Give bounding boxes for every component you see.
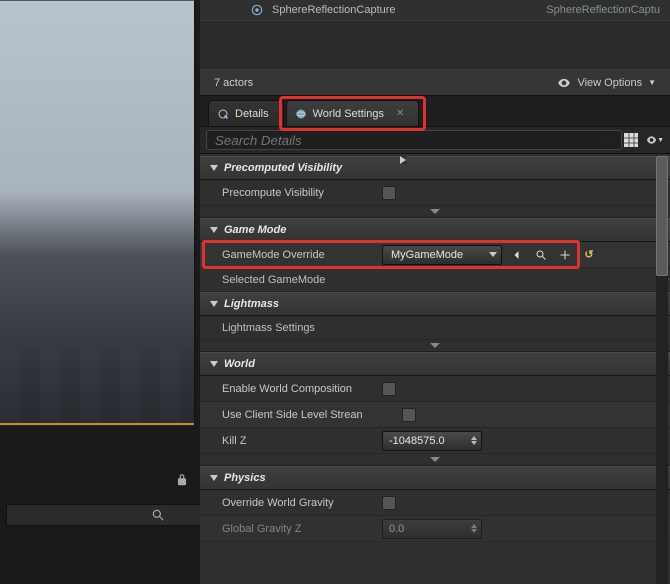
lock-icon[interactable] — [175, 473, 189, 487]
details-search-row: ▼ — [200, 126, 670, 154]
add-new-button[interactable] — [556, 246, 574, 264]
row-override-world-gravity: Override World Gravity — [200, 490, 670, 516]
spinner-icon — [471, 524, 477, 533]
world-settings-tab-icon — [295, 108, 307, 120]
tab-world-settings-label: World Settings — [313, 108, 384, 120]
global-gravity-z-value: 0.0 — [389, 523, 404, 535]
row-use-client-side-streaming: Use Client Side Level Strean — [200, 402, 670, 428]
asset-toolbar — [0, 465, 195, 495]
section-physics[interactable]: Physics — [200, 466, 670, 490]
row-kill-z: Kill Z -1048575.0 — [200, 428, 670, 454]
chevron-down-icon — [489, 252, 497, 257]
kill-z-value: -1048575.0 — [389, 435, 445, 447]
prop-label: Precompute Visibility — [222, 187, 382, 199]
gamemode-override-dropdown[interactable]: MyGameMode — [382, 245, 502, 265]
spinner-icon — [471, 436, 477, 445]
search-icon[interactable] — [151, 508, 165, 522]
outliner-empty — [200, 20, 670, 70]
section-lightmass[interactable]: Lightmass — [200, 292, 670, 316]
expand-icon — [210, 301, 218, 307]
chevron-down-icon — [430, 343, 440, 348]
section-game-mode[interactable]: Game Mode — [200, 218, 670, 242]
prop-label: Override World Gravity — [222, 497, 382, 509]
row-precompute-visibility: Precompute Visibility — [200, 180, 670, 206]
section-expander[interactable] — [200, 454, 670, 466]
prop-label: Kill Z — [222, 435, 382, 447]
details-body: Precomputed Visibility Precompute Visibi… — [200, 156, 670, 584]
override-world-gravity-checkbox[interactable] — [382, 496, 396, 510]
expand-icon — [210, 361, 218, 367]
dropdown-value: MyGameMode — [387, 249, 489, 261]
find-in-browser-button[interactable] — [532, 246, 550, 264]
tab-details[interactable]: Details — [208, 100, 284, 126]
row-gamemode-override: GameMode Override MyGameMode ↺ — [200, 242, 670, 268]
content-search-row — [0, 502, 195, 528]
tab-details-label: Details — [235, 108, 269, 120]
section-title: Physics — [224, 472, 266, 484]
prop-label: Enable World Composition — [222, 383, 382, 395]
section-world[interactable]: World — [200, 352, 670, 376]
scrollbar-thumb[interactable] — [656, 156, 668, 276]
details-tabs: Details World Settings ✕ — [200, 96, 670, 126]
section-precomputed-visibility[interactable]: Precomputed Visibility — [200, 156, 670, 180]
outliner-row-label: SphereReflectionCapture — [272, 4, 396, 16]
view-options-label: View Options — [577, 77, 642, 89]
precompute-visibility-checkbox[interactable] — [382, 186, 396, 200]
prop-label: Global Gravity Z — [222, 523, 382, 535]
prop-label: Selected GameMode — [222, 274, 325, 286]
outliner-count: 7 actors — [214, 77, 253, 89]
expand-icon — [210, 475, 218, 481]
prop-label: Lightmass Settings — [222, 322, 315, 334]
row-enable-world-composition: Enable World Composition — [200, 376, 670, 402]
kill-z-field[interactable]: -1048575.0 — [382, 431, 482, 451]
section-expander[interactable] — [200, 340, 670, 352]
outliner-row[interactable]: SphereReflectionCapture SphereReflection… — [200, 0, 670, 20]
prop-label: Use Client Side Level Strean — [222, 409, 402, 421]
viewport-preview[interactable] — [0, 0, 195, 425]
property-matrix-button[interactable] — [622, 131, 640, 149]
chevron-down-icon — [430, 457, 440, 462]
close-icon[interactable]: ✕ — [396, 108, 404, 119]
expand-icon — [210, 227, 218, 233]
search-icon[interactable] — [602, 133, 616, 147]
enable-world-composition-checkbox[interactable] — [382, 382, 396, 396]
section-expander[interactable] — [200, 206, 670, 218]
details-tab-icon — [217, 108, 229, 120]
content-search-input[interactable] — [6, 504, 213, 526]
view-options-button[interactable]: View Options ▼ — [557, 76, 656, 90]
outliner-footer: 7 actors View Options ▼ — [200, 70, 670, 96]
reflection-capture-icon — [250, 3, 264, 17]
row-lightmass-settings[interactable]: Lightmass Settings — [200, 316, 670, 340]
row-global-gravity-z: Global Gravity Z 0.0 — [200, 516, 670, 542]
viewport-floor — [0, 351, 194, 426]
section-title: Lightmass — [224, 298, 279, 310]
right-panel: SphereReflectionCapture SphereReflection… — [200, 0, 670, 584]
section-title: Game Mode — [224, 224, 286, 236]
global-gravity-z-field[interactable]: 0.0 — [382, 519, 482, 539]
row-selected-gamemode[interactable]: Selected GameMode — [200, 268, 670, 292]
eye-icon — [557, 76, 571, 90]
expand-icon — [210, 165, 218, 171]
browse-back-button[interactable] — [508, 246, 526, 264]
expand-icon — [400, 156, 406, 164]
show-options-button[interactable]: ▼ — [646, 131, 664, 149]
use-client-side-streaming-checkbox[interactable] — [402, 408, 416, 422]
chevron-down-icon — [430, 209, 440, 214]
details-search-input[interactable] — [206, 130, 622, 150]
section-title: Precomputed Visibility — [224, 162, 342, 174]
section-title: World — [224, 358, 255, 370]
prop-label: GameMode Override — [222, 249, 382, 261]
tab-world-settings[interactable]: World Settings ✕ — [286, 100, 420, 126]
outliner-row-class: SphereReflectionCaptu — [546, 4, 660, 16]
reset-to-default-button[interactable]: ↺ — [580, 246, 598, 264]
